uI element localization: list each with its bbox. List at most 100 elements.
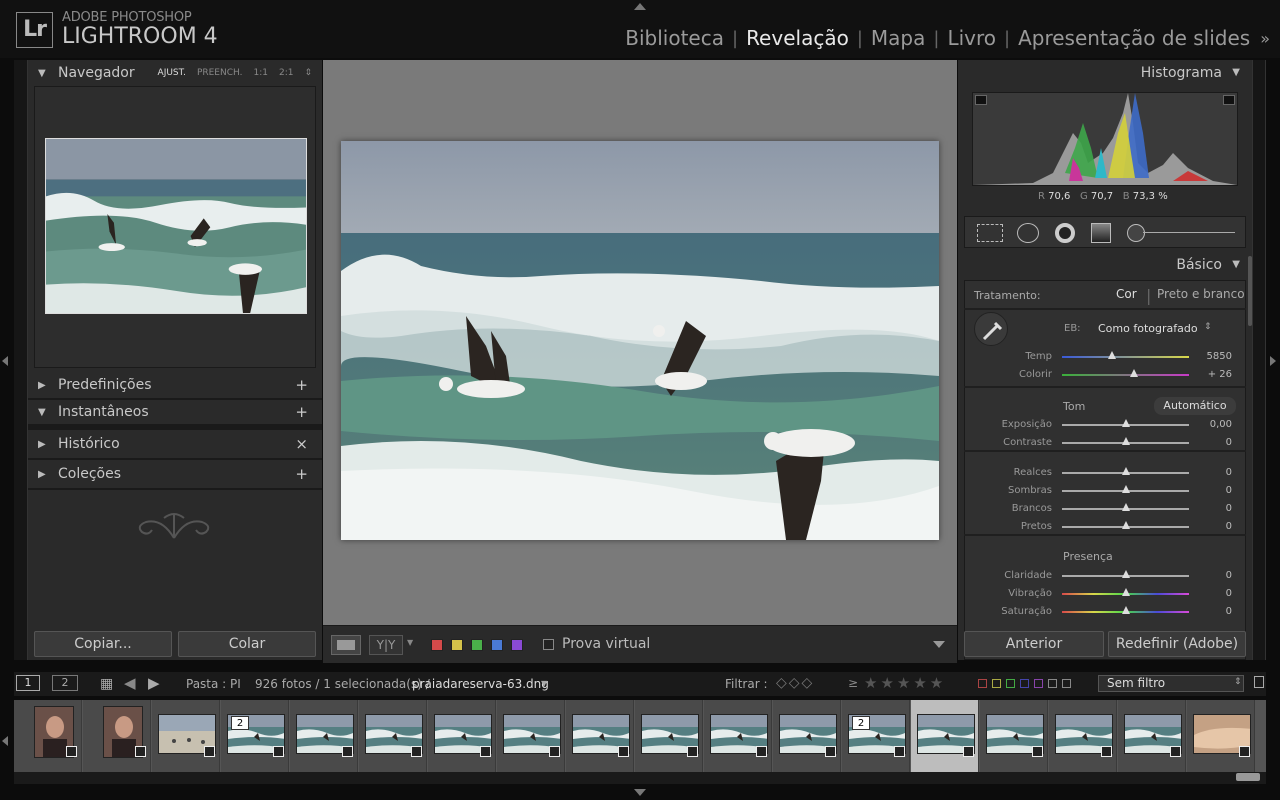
left-panel-edge[interactable]	[14, 60, 28, 660]
filmstrip-thumbnail[interactable]	[1118, 700, 1186, 772]
stack-count-badge[interactable]: 2	[231, 716, 249, 730]
history-header[interactable]: ▶ Histórico ×	[28, 430, 322, 460]
zoom-more-icon[interactable]: ⇕	[304, 68, 312, 78]
slider-value[interactable]: 5850	[1204, 351, 1232, 362]
image-canvas[interactable]	[323, 60, 957, 625]
slider-5[interactable]: Realces 0	[958, 464, 1252, 482]
soft-proof-checkbox[interactable]	[543, 639, 554, 650]
filmstrip-thumbnail[interactable]	[704, 700, 772, 772]
treatment-bw-option[interactable]: Preto e branco	[1157, 287, 1245, 301]
before-after-dropdown-icon[interactable]: ▼	[407, 638, 413, 647]
highlight-clipping-icon[interactable]	[1223, 95, 1235, 105]
navigator-preview[interactable]	[34, 86, 316, 368]
treatment-color-option[interactable]: Cor	[1116, 287, 1137, 301]
slider-value[interactable]: + 26	[1204, 369, 1232, 380]
add-collection-icon[interactable]: +	[295, 465, 308, 483]
spot-removal-icon[interactable]	[1017, 223, 1039, 243]
module-map[interactable]: Mapa	[863, 26, 933, 50]
collapse-top-panel-icon[interactable]	[634, 3, 646, 10]
clear-history-icon[interactable]: ×	[295, 435, 308, 453]
back-arrow-icon[interactable]: ◀	[124, 674, 136, 692]
filmstrip[interactable]: 22	[14, 700, 1266, 772]
slider-value[interactable]: 0	[1204, 467, 1232, 478]
presets-header[interactable]: ▶ Predefinições +	[28, 372, 322, 400]
develop-settings-icon[interactable]	[342, 746, 353, 757]
filmstrip-scroll-thumb[interactable]	[1236, 773, 1260, 781]
collapse-filmstrip-icon[interactable]	[634, 789, 646, 796]
filmstrip-thumbnail[interactable]	[83, 700, 151, 772]
toolbar-options-icon[interactable]	[933, 641, 945, 648]
adjustment-brush-icon[interactable]	[1127, 224, 1145, 242]
color-label-blue[interactable]	[491, 639, 503, 651]
develop-settings-icon[interactable]	[135, 746, 146, 757]
source-label[interactable]: Pasta : PI	[186, 677, 241, 691]
color-label-purple[interactable]	[511, 639, 523, 651]
before-after-icon[interactable]: Y|Y	[369, 635, 403, 655]
develop-settings-icon[interactable]	[66, 746, 77, 757]
collections-header[interactable]: ▶ Coleções +	[28, 460, 322, 490]
slider-value[interactable]: 0	[1204, 503, 1232, 514]
reset-button[interactable]: Redefinir (Adobe)	[1108, 631, 1246, 657]
develop-settings-icon[interactable]	[687, 746, 698, 757]
slider-value[interactable]: 0	[1204, 521, 1232, 532]
star-filter-icons[interactable]: ★★★★★	[864, 674, 946, 692]
module-library[interactable]: Biblioteca	[617, 26, 732, 50]
develop-settings-icon[interactable]	[618, 746, 629, 757]
slider-thumb[interactable]	[1107, 351, 1116, 359]
brush-size-line[interactable]	[1143, 232, 1235, 233]
develop-settings-icon[interactable]	[411, 746, 422, 757]
slider-track[interactable]	[1062, 356, 1189, 358]
right-panel-scrollbar[interactable]	[1248, 256, 1252, 326]
slider-thumb[interactable]	[1121, 419, 1130, 427]
develop-settings-icon[interactable]	[1032, 746, 1043, 757]
color-filter-icons[interactable]	[978, 679, 1071, 688]
zoom-fit[interactable]: AJUST.	[158, 68, 186, 78]
filmstrip-thumbnail[interactable]	[980, 700, 1048, 772]
slider-2[interactable]: Colorir + 26	[958, 366, 1252, 384]
copy-settings-button[interactable]: Copiar...	[34, 631, 172, 657]
develop-settings-icon[interactable]	[1101, 746, 1112, 757]
develop-settings-icon[interactable]	[204, 746, 215, 757]
loupe-view-icon[interactable]	[331, 635, 361, 655]
slider-thumb[interactable]	[1121, 588, 1130, 596]
filmstrip-thumbnail[interactable]	[911, 700, 979, 772]
right-panel-edge[interactable]	[1252, 60, 1266, 660]
crop-tool-icon[interactable]	[977, 224, 1003, 242]
slider-1[interactable]: Temp 5850	[958, 348, 1252, 366]
basic-header[interactable]: Básico ▼	[958, 252, 1252, 278]
slider-thumb[interactable]	[1121, 503, 1130, 511]
collapsed-triangle-icon[interactable]: ▶	[38, 380, 58, 391]
auto-tone-button[interactable]: Automático	[1154, 397, 1236, 415]
color-label-yellow[interactable]	[451, 639, 463, 651]
paste-settings-button[interactable]: Colar	[178, 631, 316, 657]
filmstrip-thumbnail[interactable]	[635, 700, 703, 772]
expanded-triangle-icon[interactable]: ▼	[1232, 252, 1240, 278]
slider-track[interactable]	[1062, 374, 1189, 376]
slider-thumb[interactable]	[1121, 437, 1130, 445]
filmstrip-thumbnail[interactable]	[773, 700, 841, 772]
collapsed-triangle-icon[interactable]: ▶	[38, 469, 58, 480]
develop-settings-icon[interactable]	[549, 746, 560, 757]
zoom-2-1[interactable]: 2:1	[279, 68, 293, 78]
grid-view-icon[interactable]: ▦	[100, 676, 113, 692]
collapse-left-panel-icon[interactable]	[2, 356, 8, 366]
color-label-red[interactable]	[431, 639, 443, 651]
slider-thumb[interactable]	[1121, 521, 1130, 529]
slider-thumb[interactable]	[1121, 606, 1130, 614]
develop-settings-icon[interactable]	[480, 746, 491, 757]
previous-button[interactable]: Anterior	[964, 631, 1104, 657]
stack-count-badge[interactable]: 2	[852, 716, 870, 730]
slider-value[interactable]: 0,00	[1204, 419, 1232, 430]
slider-value[interactable]: 0	[1204, 437, 1232, 448]
slider-11[interactable]: Saturação 0	[958, 603, 1252, 621]
module-slideshow[interactable]: Apresentação de slides	[1010, 26, 1258, 50]
filmstrip-thumbnail[interactable]	[428, 700, 496, 772]
filter-lock-icon[interactable]	[1254, 676, 1264, 688]
develop-settings-icon[interactable]	[1239, 746, 1250, 757]
filmstrip-thumbnail[interactable]	[152, 700, 220, 772]
shadow-clipping-icon[interactable]	[975, 95, 987, 105]
slider-thumb[interactable]	[1121, 570, 1130, 578]
slider-value[interactable]: 0	[1204, 570, 1232, 581]
wb-dropdown[interactable]: Como fotografado	[1098, 322, 1198, 335]
expanded-triangle-icon[interactable]: ▼	[1232, 60, 1240, 86]
